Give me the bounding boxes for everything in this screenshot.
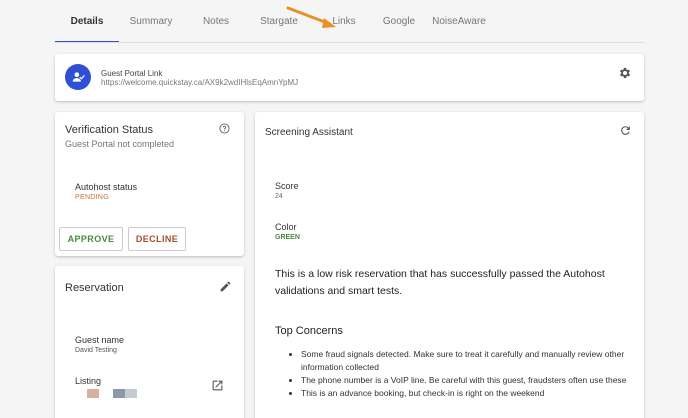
tab-divider bbox=[55, 42, 645, 43]
screening-assistant-card: Screening Assistant Score 24 Color GREEN… bbox=[255, 112, 644, 418]
approve-button[interactable]: APPROVE bbox=[59, 227, 123, 251]
decline-button[interactable]: DECLINE bbox=[128, 227, 186, 251]
listing-redacted-block bbox=[113, 389, 125, 398]
guest-portal-icon bbox=[65, 64, 91, 90]
guest-portal-title: Guest Portal Link bbox=[101, 69, 163, 78]
guest-name-value: David Testing bbox=[75, 347, 117, 354]
guest-portal-url[interactable]: https://welcome.quickstay.ca/AX9k2wdIHls… bbox=[101, 78, 298, 87]
listing-redacted-block bbox=[125, 389, 137, 398]
verification-subtitle: Guest Portal not completed bbox=[65, 139, 175, 149]
refresh-icon[interactable] bbox=[619, 124, 632, 137]
list-item: Some fraud signals detected. Make sure t… bbox=[301, 348, 631, 374]
autohost-status-label: Autohost status bbox=[75, 182, 138, 192]
verification-status-card: Verification Status Guest Portal not com… bbox=[55, 112, 244, 256]
listing-redacted-block bbox=[87, 389, 99, 398]
screening-title: Screening Assistant bbox=[265, 127, 353, 138]
verification-title: Verification Status bbox=[65, 124, 154, 136]
score-label: Score bbox=[275, 181, 299, 191]
score-value: 24 bbox=[275, 193, 283, 200]
tab-noiseaware[interactable]: NoiseAware bbox=[419, 0, 499, 43]
tab-google[interactable]: Google bbox=[379, 0, 419, 43]
edit-pencil-icon[interactable] bbox=[219, 280, 232, 293]
screening-summary: This is a low risk reservation that has … bbox=[275, 268, 605, 297]
guest-name-label: Guest name bbox=[75, 335, 125, 345]
list-item: This is an advance booking, but check-in… bbox=[301, 387, 631, 400]
tab-bar: Details Summary Notes Stargate Links Goo… bbox=[55, 0, 645, 43]
top-concerns-list: Some fraud signals detected. Make sure t… bbox=[301, 348, 631, 400]
help-icon[interactable] bbox=[219, 123, 230, 134]
color-value: GREEN bbox=[275, 234, 300, 241]
tab-notes[interactable]: Notes bbox=[183, 0, 249, 43]
reservation-card: Reservation Guest name David Testing Lis… bbox=[55, 266, 244, 418]
color-label: Color bbox=[275, 222, 297, 232]
tab-summary[interactable]: Summary bbox=[119, 0, 183, 43]
reservation-title: Reservation bbox=[65, 282, 124, 294]
guest-portal-card: Guest Portal Link https://welcome.quicks… bbox=[55, 54, 644, 101]
pointer-arrow-icon bbox=[286, 6, 336, 28]
open-external-icon[interactable] bbox=[211, 379, 224, 392]
gear-icon[interactable] bbox=[618, 66, 632, 80]
top-concerns-title: Top Concerns bbox=[275, 325, 343, 337]
tab-details[interactable]: Details bbox=[55, 0, 119, 43]
list-item: The phone number is a VoIP line. Be care… bbox=[301, 374, 631, 387]
autohost-status-value: PENDING bbox=[75, 194, 109, 201]
listing-label: Listing bbox=[75, 376, 102, 386]
